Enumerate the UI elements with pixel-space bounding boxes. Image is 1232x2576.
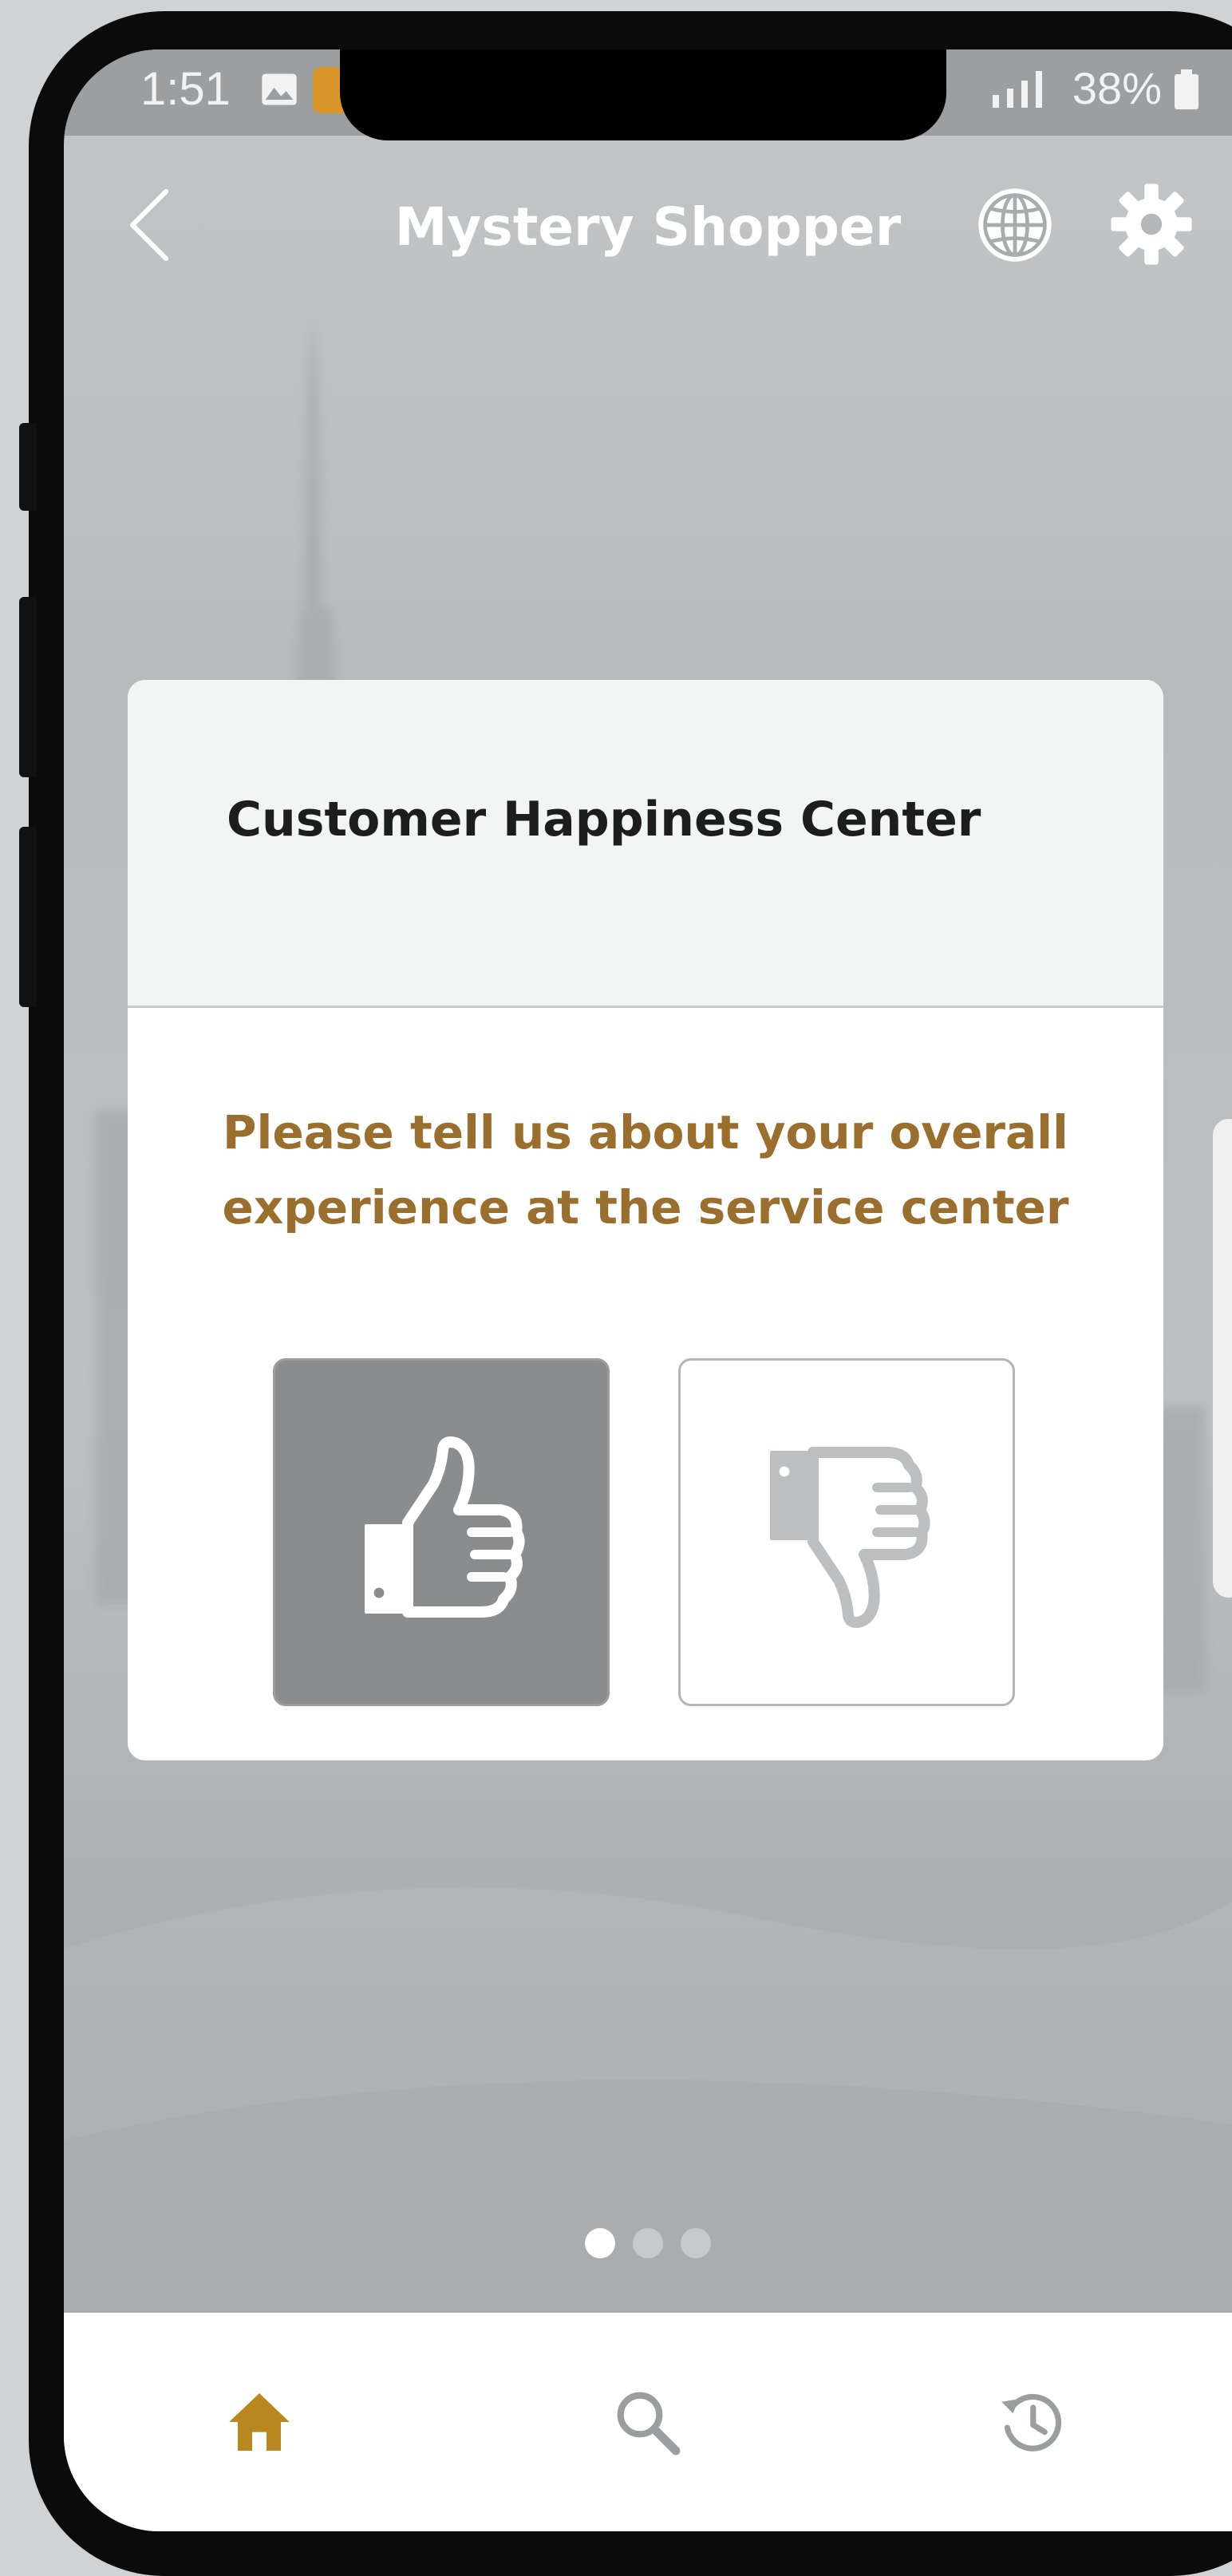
phone-volume-down-button [19,827,37,1007]
battery-percent: 38% [1072,63,1162,113]
page-dot-3[interactable] [681,2228,711,2258]
phone-volume-up-button [19,597,37,777]
page-dot-2[interactable] [633,2228,663,2258]
gallery-notification-icon [262,73,297,105]
globe-icon[interactable] [973,184,1056,267]
history-icon[interactable] [996,2386,1068,2458]
status-indicators: 38% [989,62,1200,114]
page-title: Mystery Shopper [394,196,902,258]
app-screen: 1:51 38% Mystery Shopper Customer Happin… [64,49,1232,2531]
status-time: 1:51 [140,63,231,115]
card-title: Customer Happiness Center [227,792,981,847]
device-canvas: 1:51 38% Mystery Shopper Customer Happin… [0,0,1232,2576]
thumbs-up-button[interactable] [273,1358,610,1706]
survey-card: Customer Happiness Center Please tell us… [128,680,1163,1760]
card-header: Customer Happiness Center [128,680,1163,1008]
gear-icon[interactable] [1108,180,1195,268]
page-dot-1[interactable] [585,2228,615,2258]
bottom-navigation [64,2313,1232,2531]
page-indicator [64,2228,1232,2258]
camera-notch [340,49,946,140]
thumbs-down-button[interactable] [678,1358,1015,1706]
thumbs-up-icon [365,1436,525,1618]
signal-icon [992,70,1042,108]
phone-side-button [19,423,37,511]
battery-icon [1175,69,1198,109]
next-card-peek [1213,1119,1232,1598]
survey-question: Please tell us about your overall experi… [222,1105,1069,1235]
search-icon[interactable] [611,2386,683,2458]
home-icon[interactable] [223,2386,295,2458]
app-header: Mystery Shopper [64,169,1232,281]
thumbs-down-icon [770,1447,930,1628]
